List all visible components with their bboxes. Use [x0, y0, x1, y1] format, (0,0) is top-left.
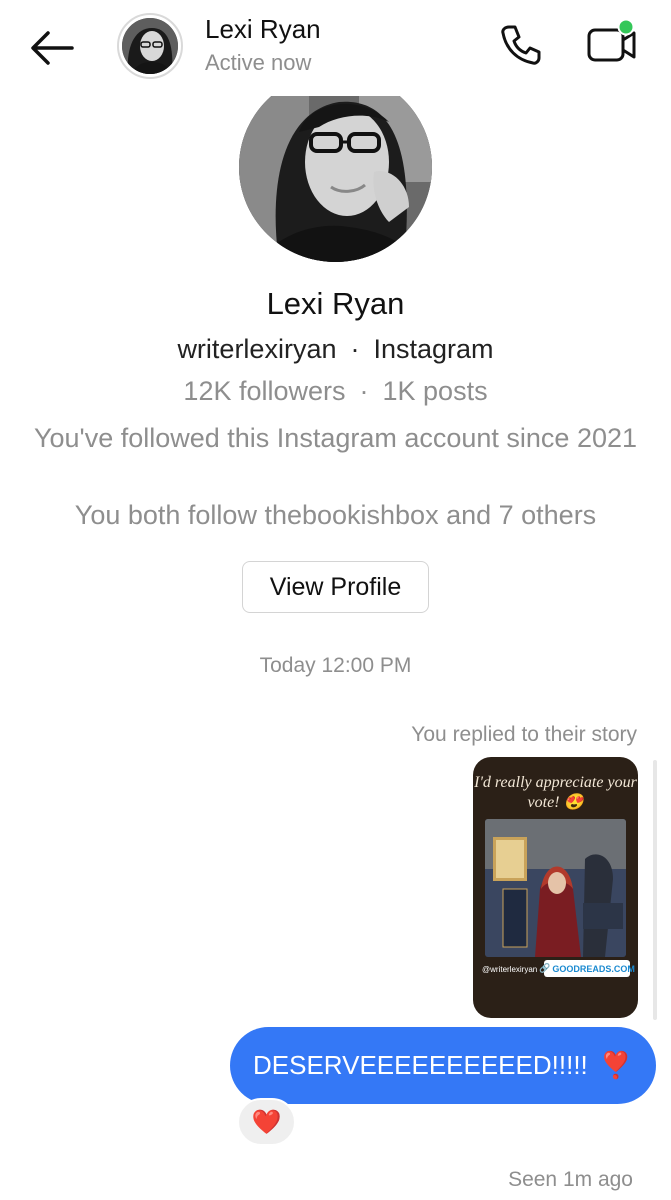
- profile-handle: writerlexiryan: [177, 334, 337, 364]
- followed-since-text: You've followed this Instagram account s…: [33, 423, 638, 453]
- video-call-button[interactable]: [584, 18, 640, 68]
- profile-stats: 12K followers · 1K posts: [0, 376, 671, 407]
- scrollbar[interactable]: [653, 760, 657, 1020]
- sent-message-bubble[interactable]: DESERVEEEEEEEEEED!!!!! ❣️: [230, 1027, 656, 1104]
- arrow-left-icon: [31, 31, 74, 65]
- message-text: DESERVEEEEEEEEEED!!!!!: [253, 1050, 588, 1080]
- video-camera-icon: [587, 18, 636, 62]
- back-button[interactable]: [26, 26, 78, 70]
- story-preview-card[interactable]: I'd really appreciate your vote! 😍 @writ…: [473, 757, 638, 1018]
- profile-name: Lexi Ryan: [266, 286, 405, 321]
- heart-exclamation-icon: ❣️: [599, 1050, 633, 1080]
- separator-dot: ·: [350, 334, 360, 364]
- header-avatar[interactable]: [117, 13, 183, 79]
- story-link-text: GOODREADS.COM: [552, 963, 635, 974]
- story-title: I'd really appreciate your vote! 😍: [474, 774, 637, 811]
- heart-reaction[interactable]: ❤️: [237, 1098, 296, 1146]
- message-timestamp: Today 12:00 PM: [259, 654, 412, 677]
- separator-dot: ·: [359, 376, 369, 406]
- chat-header: Lexi Ryan Active now: [0, 0, 671, 96]
- header-contact-name[interactable]: Lexi Ryan: [205, 14, 321, 45]
- followers-count: 12K followers: [183, 376, 346, 406]
- mutual-followers-text: You both follow thebookishbox and 7 othe…: [74, 500, 597, 530]
- story-handle: @writerlexiryan: [482, 965, 538, 974]
- profile-photo[interactable]: [239, 72, 432, 262]
- call-button[interactable]: [496, 20, 546, 70]
- header-active-status: Active now: [205, 50, 312, 75]
- story-link-sticker[interactable]: 🔗 GOODREADS.COM: [539, 960, 635, 977]
- story-book-art: [485, 819, 626, 957]
- view-profile-button[interactable]: View Profile: [242, 561, 429, 613]
- posts-count: 1K posts: [382, 376, 488, 406]
- phone-icon: [501, 25, 541, 65]
- profile-handle-row: writerlexiryan · Instagram: [0, 334, 671, 365]
- link-icon: 🔗: [539, 963, 551, 973]
- story-reply-label: You replied to their story: [411, 723, 637, 746]
- profile-platform: Instagram: [373, 334, 494, 364]
- seen-status: Seen 1m ago: [508, 1168, 633, 1191]
